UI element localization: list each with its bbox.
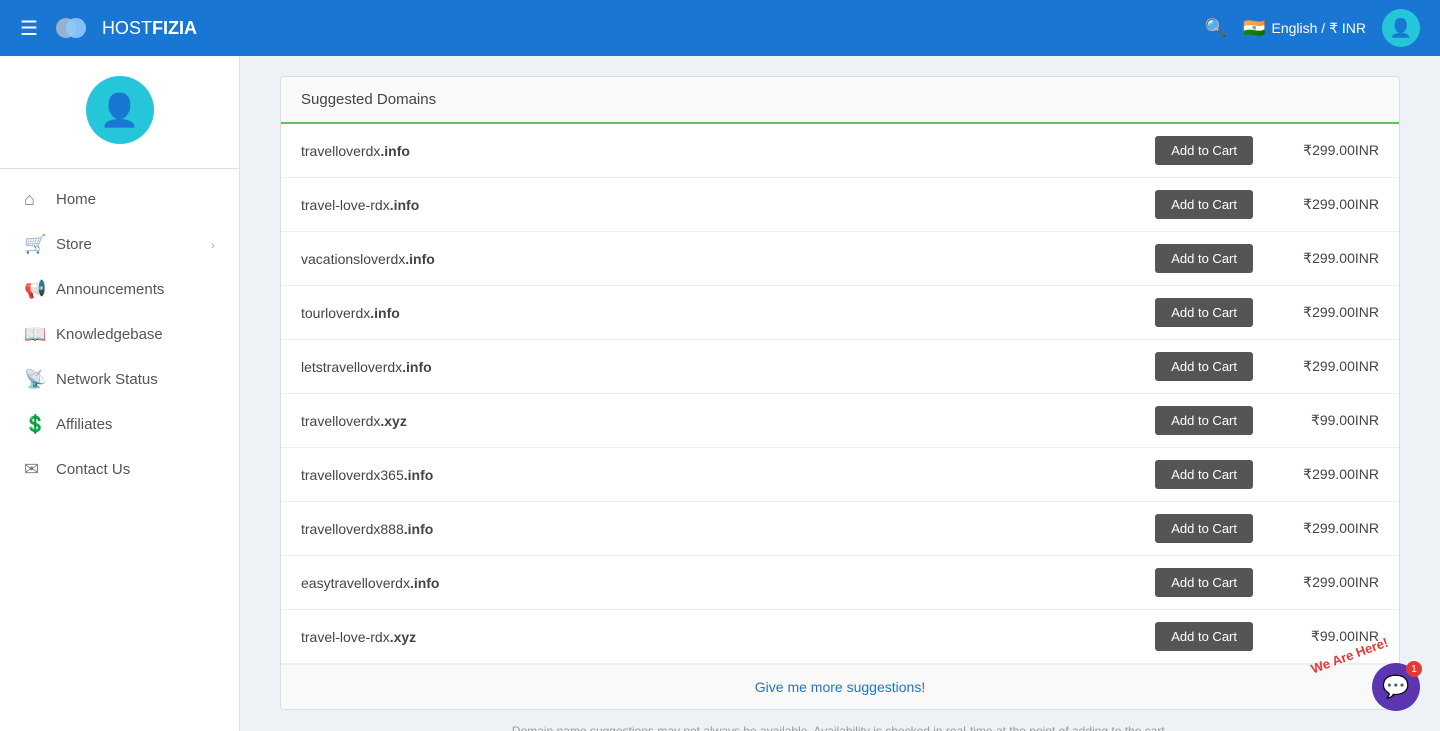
user-avatar-header[interactable]: 👤: [1382, 9, 1420, 47]
header-right: 🔍 🇮🇳 English / ₹ INR 👤: [1205, 9, 1420, 47]
add-to-cart-button[interactable]: Add to Cart: [1155, 568, 1253, 597]
domain-price: ₹99.00INR: [1269, 412, 1379, 429]
contact-icon: ✉: [24, 459, 44, 480]
network-icon: 📡: [24, 369, 44, 390]
add-to-cart-button[interactable]: Add to Cart: [1155, 298, 1253, 327]
add-to-cart-button[interactable]: Add to Cart: [1155, 352, 1253, 381]
table-row: letstravelloverdx.info Add to Cart ₹299.…: [281, 340, 1399, 394]
domain-name: letstravelloverdx.info: [301, 359, 1155, 375]
domain-name: vacationsloverdx.info: [301, 251, 1155, 267]
sidebar-item-contact-us[interactable]: ✉ Contact Us: [0, 447, 239, 492]
domain-ext: .info: [410, 575, 440, 591]
table-row: travelloverdx365.info Add to Cart ₹299.0…: [281, 448, 1399, 502]
chat-badge: 1: [1406, 661, 1422, 677]
sidebar-nav: ⌂ Home 🛒 Store › 📢 Announcements 📖 Knowl…: [0, 177, 239, 492]
table-row: tourloverdx.info Add to Cart ₹299.00INR: [281, 286, 1399, 340]
logo-text: HOSTFIZIA: [102, 18, 197, 39]
header: ☰ HOSTFIZIA 🔍 🇮🇳 English / ₹ INR 👤: [0, 0, 1440, 56]
search-icon[interactable]: 🔍: [1205, 18, 1227, 39]
domain-price: ₹299.00INR: [1269, 196, 1379, 213]
chat-button[interactable]: 💬 1: [1372, 663, 1420, 711]
domain-name: travelloverdx365.info: [301, 467, 1155, 483]
domain-price: ₹299.00INR: [1269, 574, 1379, 591]
domain-price: ₹299.00INR: [1269, 304, 1379, 321]
header-left: ☰ HOSTFIZIA: [20, 13, 197, 43]
domain-price: ₹299.00INR: [1269, 142, 1379, 159]
sidebar-divider: [0, 168, 239, 169]
layout: 👤 ⌂ Home 🛒 Store › 📢 Announcements 📖 Kno…: [0, 56, 1440, 731]
sidebar-item-affiliates[interactable]: 💲 Affiliates: [0, 402, 239, 447]
lang-text: English / ₹ INR: [1272, 20, 1367, 37]
table-row: easytravelloverdx.info Add to Cart ₹299.…: [281, 556, 1399, 610]
sidebar: 👤 ⌂ Home 🛒 Store › 📢 Announcements 📖 Kno…: [0, 56, 240, 731]
announcements-icon: 📢: [24, 279, 44, 300]
domain-ext: .xyz: [380, 413, 406, 429]
domain-name: travelloverdx.info: [301, 143, 1155, 159]
add-to-cart-button[interactable]: Add to Cart: [1155, 244, 1253, 273]
add-to-cart-button[interactable]: Add to Cart: [1155, 514, 1253, 543]
domain-ext: .info: [370, 305, 400, 321]
sidebar-item-knowledgebase[interactable]: 📖 Knowledgebase: [0, 312, 239, 357]
sidebar-item-label-network-status: Network Status: [56, 371, 158, 388]
home-icon: ⌂: [24, 189, 44, 210]
sidebar-item-label-knowledgebase: Knowledgebase: [56, 326, 163, 343]
domain-price: ₹299.00INR: [1269, 250, 1379, 267]
domain-ext: .info: [404, 467, 434, 483]
lang-selector[interactable]: 🇮🇳 English / ₹ INR: [1243, 18, 1366, 39]
add-to-cart-button[interactable]: Add to Cart: [1155, 190, 1253, 219]
sidebar-item-label-contact-us: Contact Us: [56, 461, 130, 478]
sidebar-item-label-home: Home: [56, 191, 96, 208]
affiliates-icon: 💲: [24, 414, 44, 435]
domain-ext: .info: [390, 197, 420, 213]
more-suggestions-link[interactable]: Give me more suggestions!: [281, 664, 1399, 709]
sidebar-item-home[interactable]: ⌂ Home: [0, 177, 239, 222]
domain-name: easytravelloverdx.info: [301, 575, 1155, 591]
chat-widget: We Are Here! 💬 1: [1309, 648, 1420, 711]
table-row: travelloverdx888.info Add to Cart ₹299.0…: [281, 502, 1399, 556]
table-row: vacationsloverdx.info Add to Cart ₹299.0…: [281, 232, 1399, 286]
sidebar-item-label-store: Store: [56, 236, 92, 253]
add-to-cart-button[interactable]: Add to Cart: [1155, 136, 1253, 165]
domain-name: travelloverdx.xyz: [301, 413, 1155, 429]
domain-price: ₹299.00INR: [1269, 520, 1379, 537]
domain-ext: .info: [402, 359, 432, 375]
domain-name: travel-love-rdx.xyz: [301, 629, 1155, 645]
sidebar-item-network-status[interactable]: 📡 Network Status: [0, 357, 239, 402]
sidebar-avatar: 👤: [86, 76, 154, 144]
footer-note: Domain name suggestions may not always b…: [280, 724, 1400, 731]
sidebar-item-label-affiliates: Affiliates: [56, 416, 112, 433]
domain-ext: .info: [405, 251, 435, 267]
main-content: Suggested Domains travelloverdx.info Add…: [240, 56, 1440, 731]
domain-name: tourloverdx.info: [301, 305, 1155, 321]
domain-ext: .info: [380, 143, 410, 159]
add-to-cart-button[interactable]: Add to Cart: [1155, 622, 1253, 651]
sidebar-item-store[interactable]: 🛒 Store ›: [0, 222, 239, 267]
hamburger-icon[interactable]: ☰: [20, 16, 38, 41]
domain-table-header: Suggested Domains: [281, 77, 1399, 124]
chevron-right-icon: ›: [211, 238, 215, 252]
add-to-cart-button[interactable]: Add to Cart: [1155, 460, 1253, 489]
domain-name: travel-love-rdx.info: [301, 197, 1155, 213]
logo-area: HOSTFIZIA: [54, 13, 197, 43]
table-row: travel-love-rdx.xyz Add to Cart ₹99.00IN…: [281, 610, 1399, 664]
sidebar-item-announcements[interactable]: 📢 Announcements: [0, 267, 239, 312]
store-icon: 🛒: [24, 234, 44, 255]
table-row: travelloverdx.info Add to Cart ₹299.00IN…: [281, 124, 1399, 178]
logo-icon: [54, 13, 94, 43]
add-to-cart-button[interactable]: Add to Cart: [1155, 406, 1253, 435]
flag-icon: 🇮🇳: [1243, 18, 1265, 39]
domain-ext: .info: [404, 521, 434, 537]
knowledgebase-icon: 📖: [24, 324, 44, 345]
domain-price: ₹299.00INR: [1269, 358, 1379, 375]
domain-name: travelloverdx888.info: [301, 521, 1155, 537]
sidebar-item-label-announcements: Announcements: [56, 281, 164, 298]
domain-price: ₹299.00INR: [1269, 466, 1379, 483]
table-row: travelloverdx.xyz Add to Cart ₹99.00INR: [281, 394, 1399, 448]
table-row: travel-love-rdx.info Add to Cart ₹299.00…: [281, 178, 1399, 232]
domain-table: Suggested Domains travelloverdx.info Add…: [280, 76, 1400, 710]
domain-ext: .xyz: [390, 629, 416, 645]
